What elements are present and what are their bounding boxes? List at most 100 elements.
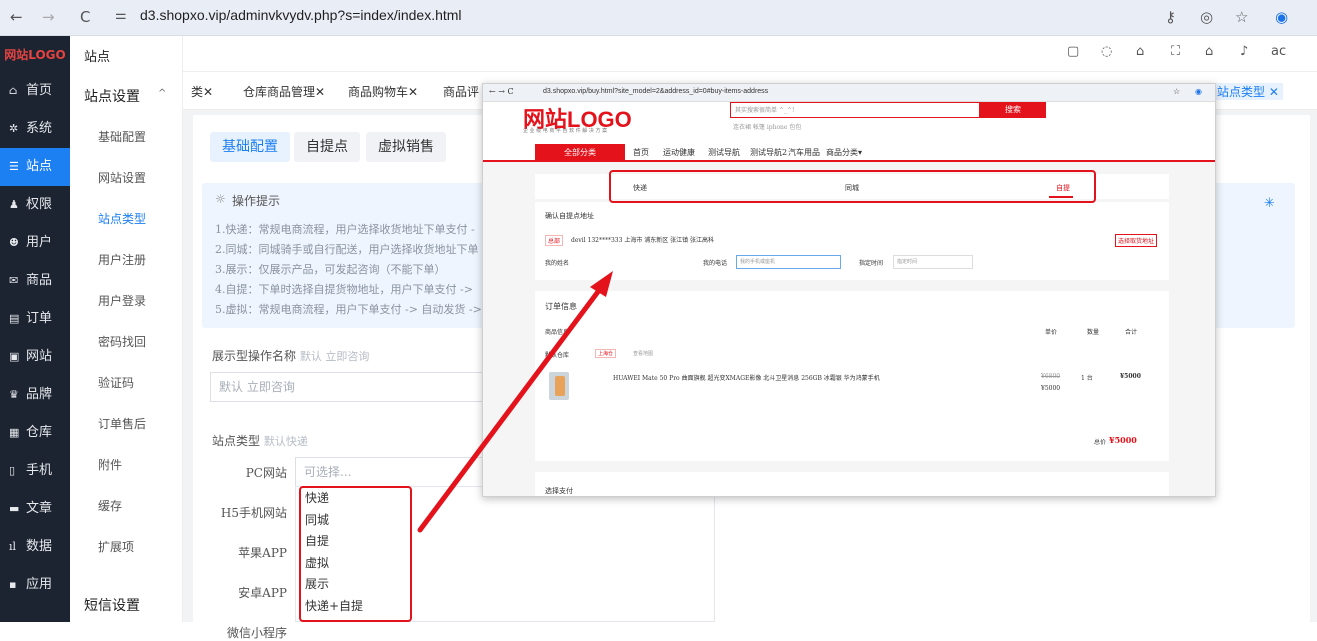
sidebar-item-label: 商品: [26, 273, 53, 288]
sidebar-item-icon: ▣: [9, 350, 20, 363]
overlay-nav-icons: ← → C: [489, 87, 514, 96]
sidebar-item-label: 用户: [26, 235, 53, 250]
submenu-group-sms[interactable]: 短信设置: [84, 595, 140, 615]
tip-line: 1.快递：常规电商流程，用户选择收货地址下单支付 -: [215, 223, 475, 236]
tab-item[interactable]: 商品评: [443, 83, 479, 100]
sidebar-item-label: 网站: [26, 349, 53, 364]
overlay-goods-header: 商品信息: [545, 329, 570, 336]
profile-icon[interactable]: ◉: [1275, 8, 1288, 26]
sidebar-item-icon: ✲: [9, 122, 19, 135]
overlay-price: ¥5000: [1041, 385, 1061, 392]
bell-icon[interactable]: ♪: [1240, 44, 1248, 59]
address-bar[interactable]: d3.shopxo.vip/adminvkvydv.php?s=index/in…: [140, 7, 462, 23]
sidebar-item[interactable]: ♟ 权限: [0, 186, 70, 224]
sidebar-item-label: 仓库: [26, 425, 53, 440]
sidebar-item-icon: ▬: [9, 502, 20, 515]
overlay-profile-icon: ◉: [1195, 87, 1202, 96]
tab-item[interactable]: 商品购物车✕: [348, 83, 418, 100]
sidebar-item[interactable]: ▪ 应用: [0, 566, 70, 604]
tab-pickup-point[interactable]: 自提点: [294, 132, 360, 162]
star-icon[interactable]: ☆: [1235, 8, 1248, 26]
submenu-item[interactable]: 用户注册: [98, 251, 146, 268]
overlay-time-input: 指定时间: [893, 255, 973, 269]
eye-off-icon[interactable]: ◎: [1200, 8, 1213, 26]
sidebar-item[interactable]: ✲ 系统: [0, 110, 70, 148]
overlay-search-placeholder: 其实搜索很简单 ^_^!: [735, 107, 795, 114]
sidebar-item[interactable]: ▣ 网站: [0, 338, 70, 376]
sidebar-item[interactable]: ⌂ 首页: [0, 72, 70, 110]
sidebar-item[interactable]: ıl 数据: [0, 528, 70, 566]
sparkle-icon[interactable]: ✳: [1264, 196, 1275, 211]
palette-icon[interactable]: ◌: [1101, 44, 1112, 59]
overlay-nav-item: 首页: [633, 148, 649, 157]
overlay-qty-header: 数量: [1087, 329, 1100, 336]
fullscreen-icon[interactable]: ⛶: [1171, 44, 1180, 59]
tab-item[interactable]: 仓库商品管理✕: [243, 83, 325, 100]
overlay-browser-bar: ← → C d3.shopxo.vip/buy.html?site_model=…: [483, 84, 1215, 102]
home-store-icon[interactable]: ⌂: [1136, 44, 1144, 59]
overlay-nav-item: 汽车用品: [788, 148, 820, 157]
tip-line: 2.同城：同城骑手或自行配送，用户选择收货地址下单: [215, 243, 479, 256]
overlay-pay-title: 选择支付: [545, 487, 573, 495]
sidebar-item-label: 权限: [26, 197, 53, 212]
overlay-price-header: 单价: [1045, 329, 1058, 336]
overlay-search-tags: 连衣裙 帐篷 iphone 包包: [733, 124, 802, 131]
browser-toolbar: ← → C ⚌ d3.shopxo.vip/adminvkvydv.php?s=…: [0, 0, 1317, 36]
sidebar-item[interactable]: ✉ 商品: [0, 262, 70, 300]
sidebar-item-icon: ✉: [9, 274, 19, 287]
home-icon[interactable]: ⌂: [1205, 44, 1213, 59]
tip-line: 5.虚拟：常规电商流程，用户下单支付 -> 自动发货 ->: [215, 303, 482, 316]
submenu-item[interactable]: 密码找回: [98, 333, 146, 350]
sidebar-item-label: 系统: [26, 121, 53, 136]
tip-line: 4.自提：下单时选择自提货物地址，用户下单支付 ->: [215, 283, 473, 296]
overlay-search-input: 其实搜索很简单 ^_^!: [730, 102, 980, 118]
sidebar-item-icon: ▦: [9, 426, 20, 439]
sidebar-item-icon: ☻: [9, 236, 19, 249]
submenu-item[interactable]: 用户登录: [98, 292, 146, 309]
sidebar-item-icon: ♟: [9, 198, 19, 211]
overlay-line-total: ¥5000: [1120, 373, 1141, 380]
submenu-item[interactable]: 站点类型: [98, 210, 146, 227]
sidebar-item-label: 数据: [26, 539, 53, 554]
site-type-label: 站点类型 默认快递: [212, 432, 308, 449]
submenu-item[interactable]: 验证码: [98, 374, 134, 391]
submenu-group[interactable]: 站点设置: [84, 86, 140, 106]
overlay-pickup-select-button: 选择取货地址: [1115, 234, 1158, 247]
document-icon[interactable]: ▢: [1067, 44, 1079, 59]
sidebar-item[interactable]: ▤ 订单: [0, 300, 70, 338]
chevron-up-icon[interactable]: ^: [158, 88, 166, 99]
submenu-item[interactable]: 缓存: [98, 497, 122, 514]
overlay-time-label: 指定时间: [859, 260, 884, 267]
sidebar-item[interactable]: ☰ 站点: [0, 148, 70, 186]
tab-virtual-sales[interactable]: 虚拟销售: [366, 132, 446, 162]
sidebar-item[interactable]: ♛ 品牌: [0, 376, 70, 414]
site-type-label-text: 站点类型: [212, 434, 261, 448]
overlay-total: ¥5000: [1109, 435, 1137, 445]
submenu-item[interactable]: 附件: [98, 456, 122, 473]
overlay-total-label: 总价: [1094, 439, 1107, 446]
sidebar-item-label: 文章: [26, 501, 53, 516]
user-name[interactable]: ac: [1271, 44, 1286, 59]
tab-item[interactable]: 类✕: [191, 83, 213, 100]
sidebar-item-icon: ▪: [9, 578, 17, 591]
back-icon[interactable]: ←: [10, 8, 23, 26]
overlay-warehouse-tag: 上海仓: [595, 349, 617, 358]
key-icon[interactable]: ⚷: [1165, 8, 1176, 26]
forward-icon[interactable]: →: [42, 8, 55, 26]
sidebar-item[interactable]: ▬ 文章: [0, 490, 70, 528]
tab-site-type[interactable]: 站点类型 ✕: [1213, 83, 1283, 100]
sidebar-item[interactable]: ▯ 手机: [0, 452, 70, 490]
sidebar-item-icon: ▯: [9, 464, 16, 477]
reload-icon[interactable]: C: [80, 8, 90, 26]
sidebar-item[interactable]: ▦ 仓库: [0, 414, 70, 452]
overlay-all-categories: 全部分类: [535, 144, 625, 162]
submenu-item[interactable]: 网站设置: [98, 169, 146, 186]
submenu-item[interactable]: 基础配置: [98, 128, 146, 145]
submenu-item[interactable]: 订单售后: [98, 415, 146, 432]
sidebar-item[interactable]: ☻ 用户: [0, 224, 70, 262]
overlay-phone-input: 我的手机或座机: [736, 255, 841, 269]
site-info-icon[interactable]: ⚌: [115, 8, 127, 23]
tab-basic-config[interactable]: 基础配置: [210, 132, 290, 162]
overlay-search-button: 搜索: [980, 102, 1046, 118]
submenu-item[interactable]: 扩展项: [98, 538, 134, 555]
